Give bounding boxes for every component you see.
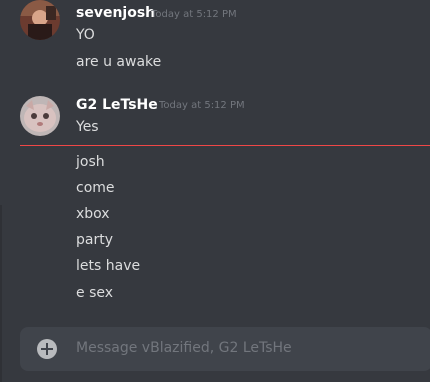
username[interactable]: sevenjosh — [76, 5, 155, 21]
timestamp: Today at 5:12 PM — [151, 9, 237, 20]
message-text: party — [76, 232, 113, 248]
timestamp: Today at 5:12 PM — [159, 100, 245, 111]
avatar-image — [20, 0, 60, 40]
message-text: lets have — [76, 258, 141, 274]
plus-circle-icon[interactable] — [37, 339, 57, 359]
message-text: e sex — [76, 285, 114, 301]
plus-icon — [41, 343, 53, 355]
chat-area: sevenjosh Today at 5:12 PM YO are u awak… — [0, 0, 430, 382]
avatar[interactable] — [20, 96, 60, 136]
message-text: Yes — [76, 119, 99, 135]
message-text: YO — [76, 27, 95, 43]
message-text: are u awake — [76, 54, 162, 70]
message-text: xbox — [76, 206, 110, 222]
message-input-bar[interactable]: Message vBlazified, G2 LeTsHe — [20, 327, 430, 371]
left-edge-panel — [0, 205, 2, 382]
avatar-image — [20, 96, 60, 136]
avatar[interactable] — [20, 0, 60, 40]
new-messages-divider — [20, 145, 430, 146]
message-text: come — [76, 180, 115, 196]
message-text: josh — [76, 154, 105, 170]
message-input-placeholder[interactable]: Message vBlazified, G2 LeTsHe — [76, 340, 292, 356]
username[interactable]: G2 LeTsHe — [76, 97, 158, 113]
